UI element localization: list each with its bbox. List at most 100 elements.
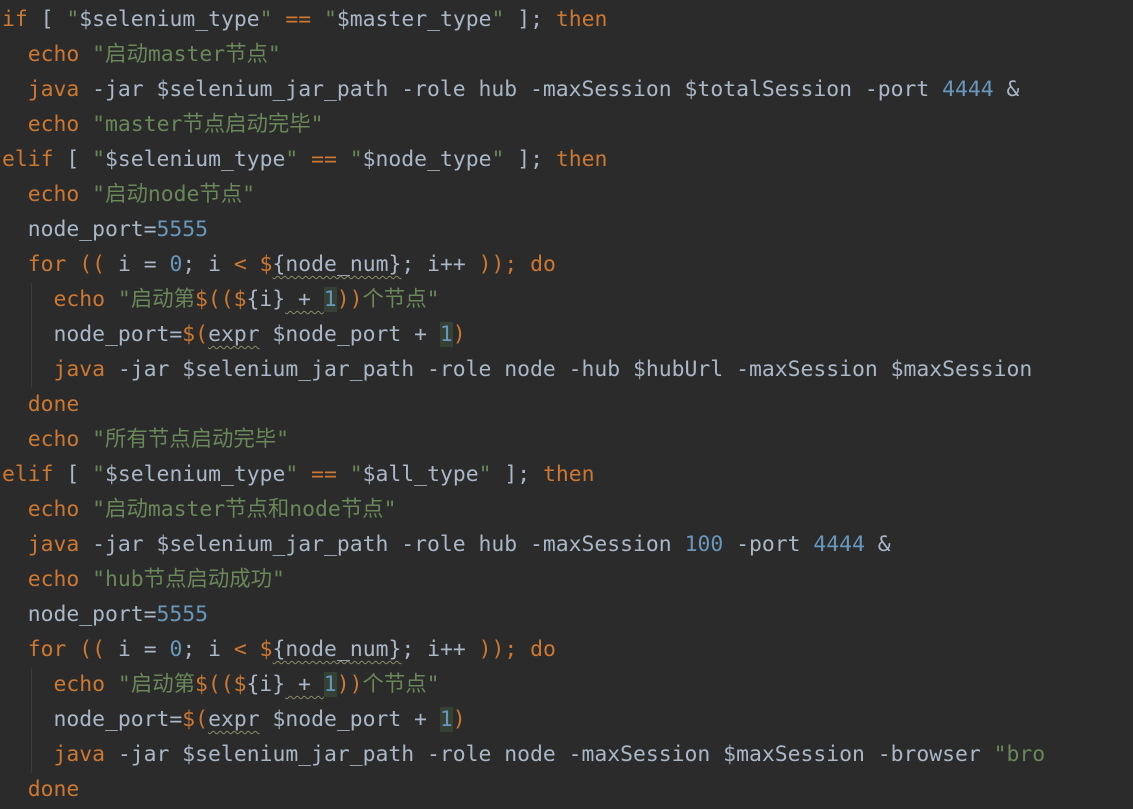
keyword-token: == bbox=[311, 147, 337, 172]
code-token: & bbox=[864, 532, 891, 557]
code-line[interactable]: done bbox=[2, 772, 1045, 807]
code-line[interactable]: elif [ "$selenium_type" == "$node_type" … bbox=[2, 142, 1045, 177]
keyword-token: elif bbox=[2, 462, 54, 487]
code-line[interactable]: echo "master节点启动完毕" bbox=[2, 107, 1045, 142]
code-token: node_port= bbox=[2, 322, 183, 347]
string-token: "启动master节点" bbox=[92, 42, 281, 67]
keyword-token: $ bbox=[259, 252, 273, 277]
code-token: [ bbox=[53, 147, 93, 172]
keyword-token: )) bbox=[336, 287, 363, 312]
string-token: " bbox=[285, 147, 299, 172]
code-token: ; i++ bbox=[401, 637, 479, 662]
number-token: 1 bbox=[439, 707, 453, 732]
code-line[interactable]: java -jar $selenium_jar_path -role node … bbox=[2, 737, 1046, 772]
keyword-token: java bbox=[27, 77, 80, 102]
code-token: node_port= bbox=[2, 602, 157, 627]
code-token: $node_port + bbox=[259, 322, 440, 347]
keyword-token: $(( bbox=[194, 672, 234, 697]
keyword-token: ) bbox=[452, 322, 466, 347]
code-line[interactable]: if [ "$selenium_type" == "$master_type" … bbox=[2, 2, 1045, 37]
number-token: 4444 bbox=[942, 77, 994, 102]
keyword-token: == bbox=[285, 7, 312, 32]
keyword-token: java bbox=[27, 532, 80, 557]
code-line[interactable]: echo "启动master节点" bbox=[2, 37, 1045, 72]
code-line[interactable]: java -jar $selenium_jar_path -role node … bbox=[2, 352, 1045, 387]
keyword-token: (( bbox=[79, 252, 106, 277]
keyword-token: java bbox=[53, 742, 106, 767]
string-token: "hub节点启动成功" bbox=[92, 567, 285, 592]
code-line[interactable]: elif [ "$selenium_type" == "$all_type" ]… bbox=[2, 457, 1045, 492]
code-line[interactable]: for (( i = 0; i < ${node_num}; i++ )); d… bbox=[2, 632, 1045, 667]
code-line[interactable]: echo "启动master节点和node节点" bbox=[2, 492, 1045, 527]
code-token: + bbox=[285, 672, 324, 697]
code-line[interactable]: java -jar $selenium_jar_path -role hub -… bbox=[2, 72, 1045, 107]
string-token: "启动master节点和node节点" bbox=[92, 497, 397, 522]
code-line[interactable]: done bbox=[2, 387, 1045, 422]
keyword-token: )); bbox=[478, 252, 518, 277]
string-token: "启动第 bbox=[117, 287, 195, 312]
code-token: ]; bbox=[491, 462, 543, 487]
keyword-token: echo bbox=[27, 567, 80, 592]
string-token: " bbox=[491, 7, 505, 32]
code-line[interactable]: echo "所有节点启动完毕" bbox=[2, 422, 1045, 457]
indent-guide bbox=[31, 668, 32, 773]
string-token: "bro bbox=[993, 742, 1046, 767]
code-token: {i} bbox=[246, 287, 286, 312]
keyword-token: $ bbox=[259, 637, 273, 662]
keyword-token: done bbox=[27, 392, 80, 417]
string-token: " bbox=[92, 462, 106, 487]
code-line[interactable]: echo "启动node节点" bbox=[2, 177, 1045, 212]
keyword-token: echo bbox=[27, 497, 80, 522]
string-token: 个节点" bbox=[362, 287, 440, 312]
code-line[interactable]: java -jar $selenium_jar_path -role hub -… bbox=[2, 527, 1045, 562]
keyword-token: $( bbox=[182, 322, 209, 347]
keyword-token: $( bbox=[182, 707, 209, 732]
code-line[interactable]: node_port=5555 bbox=[2, 212, 1045, 247]
keyword-token: $ bbox=[233, 287, 247, 312]
keyword-token: echo bbox=[27, 182, 80, 207]
keyword-token: then bbox=[542, 462, 595, 487]
code-token: $selenium_type bbox=[105, 462, 286, 487]
code-token: + bbox=[285, 287, 324, 312]
code-token: expr bbox=[208, 322, 260, 347]
code-token: ; i++ bbox=[401, 252, 479, 277]
string-token: " bbox=[324, 7, 337, 32]
keyword-token: )); bbox=[478, 637, 518, 662]
string-token: "启动第 bbox=[117, 672, 195, 697]
code-token: -jar $selenium_jar_path -role hub -maxSe… bbox=[79, 77, 943, 102]
code-token: -jar $selenium_jar_path -role node -hub … bbox=[105, 357, 1033, 382]
code-token: -jar $selenium_jar_path -role node -maxS… bbox=[105, 742, 994, 767]
code-line[interactable]: echo "启动第$((${i} + 1))个节点" bbox=[2, 667, 1045, 702]
code-line[interactable]: node_port=$(expr $node_port + 1) bbox=[2, 317, 1045, 352]
keyword-token: (( bbox=[79, 637, 106, 662]
string-token: " bbox=[349, 147, 363, 172]
code-line[interactable]: node_port=5555 bbox=[2, 597, 1045, 632]
number-token: 1 bbox=[323, 287, 337, 312]
code-editor[interactable]: if [ "$selenium_type" == "$master_type" … bbox=[2, 2, 1045, 807]
string-token: "master节点启动完毕" bbox=[92, 112, 324, 137]
code-token: $all_type bbox=[362, 462, 479, 487]
code-line[interactable]: for (( i = 0; i < ${node_num}; i++ )); d… bbox=[2, 247, 1045, 282]
code-token: $selenium_type bbox=[79, 7, 260, 32]
string-token: " bbox=[349, 462, 363, 487]
code-line[interactable]: echo "hub节点启动成功" bbox=[2, 562, 1045, 597]
code-token: $node_type bbox=[362, 147, 492, 172]
code-line[interactable]: node_port=$(expr $node_port + 1) bbox=[2, 702, 1045, 737]
code-token: ]; bbox=[504, 147, 556, 172]
code-token: ]; bbox=[504, 7, 556, 32]
number-token: 1 bbox=[323, 672, 337, 697]
code-token: {i} bbox=[246, 672, 286, 697]
keyword-token: elif bbox=[2, 147, 54, 172]
code-line[interactable]: echo "启动第$((${i} + 1))个节点" bbox=[2, 282, 1045, 317]
